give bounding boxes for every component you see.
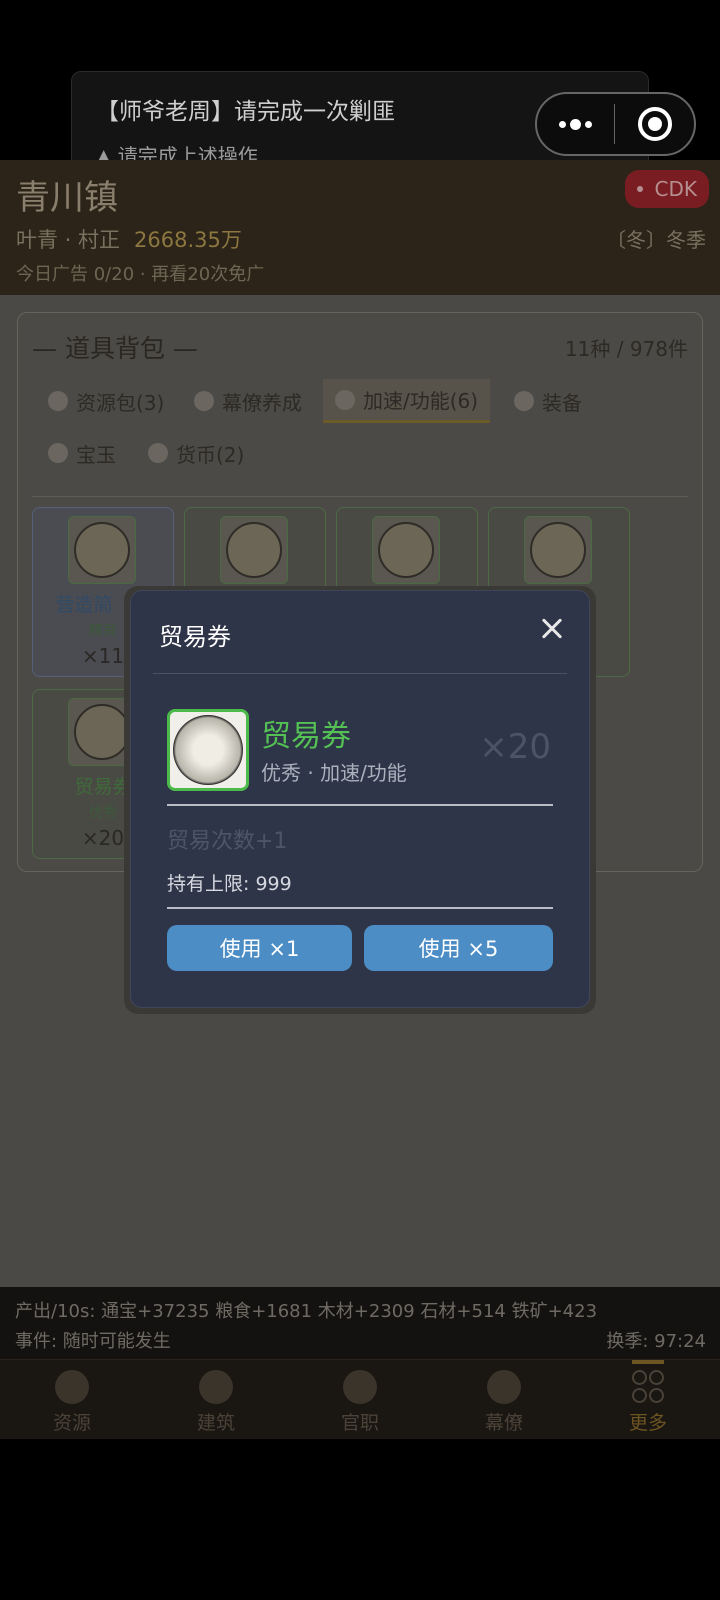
- office-icon: [343, 1370, 377, 1404]
- cdk-button[interactable]: CDK: [625, 170, 709, 208]
- modal-title: 贸易券: [159, 623, 231, 651]
- close-target-icon[interactable]: [615, 107, 694, 141]
- event-text: 事件: 随时可能发生: [15, 1331, 171, 1352]
- advisor-icon: [487, 1370, 521, 1404]
- modal-divider: [167, 907, 553, 909]
- nav-office[interactable]: 官职: [288, 1360, 432, 1440]
- bag-title: — 道具背包 —: [32, 334, 198, 363]
- token-medal-icon: [372, 516, 440, 584]
- more-dots-icon[interactable]: [537, 118, 614, 130]
- pouch-icon: [48, 391, 68, 411]
- bamboo-scroll-icon: [68, 516, 136, 584]
- tab-currency[interactable]: 货币(2): [148, 431, 244, 475]
- item-quantity: ×20: [479, 727, 551, 767]
- tab-speedup-function[interactable]: 加速/功能(6): [323, 379, 491, 423]
- more-icon: [632, 1370, 664, 1404]
- game-header: 青川镇 CDK 叶青 · 村正 2668.35万 〔冬〕冬季 今日广告 0/20 …: [0, 160, 720, 295]
- coin-icon: [148, 443, 168, 463]
- ad-counter: 今日广告 0/20 · 再看20次免广: [16, 264, 265, 285]
- money-value: 2668.35万: [134, 228, 242, 252]
- town-name: 青川镇: [16, 178, 118, 218]
- nav-more[interactable]: 更多: [576, 1360, 720, 1440]
- bamboo-scroll-icon: [220, 516, 288, 584]
- item-detail-modal: 贸易券 贸易券 优秀 · 加速/功能 ×20 贸易次数+1 持有上限: 999 …: [130, 590, 590, 1008]
- nav-building[interactable]: 建筑: [144, 1360, 288, 1440]
- use-five-button[interactable]: 使用 ×5: [364, 925, 553, 971]
- output-text: 产出/10s: 通宝+37235 粮食+1681 木材+2309 石材+514 …: [15, 1301, 598, 1322]
- resource-icon: [55, 1370, 89, 1404]
- jade-icon: [48, 443, 68, 463]
- tab-advisor-training[interactable]: 幕僚养成: [194, 379, 302, 423]
- bag-count: 11种 / 978件: [564, 337, 688, 361]
- tab-divider: [32, 496, 688, 497]
- trade-voucher-icon: [167, 709, 249, 791]
- bottom-safe-area: [0, 1439, 720, 1600]
- item-name: 贸易券: [261, 719, 351, 754]
- scroll-icon: [194, 391, 214, 411]
- player-name: 叶青 · 村正: [16, 228, 121, 252]
- token-icon: [335, 389, 355, 410]
- production-status: 产出/10s: 通宝+37235 粮食+1681 木材+2309 石材+514 …: [0, 1287, 720, 1359]
- use-one-button[interactable]: 使用 ×1: [167, 925, 352, 971]
- season-timer: 换季: 97:24: [606, 1331, 706, 1352]
- building-icon: [199, 1370, 233, 1404]
- item-subtitle: 优秀 · 加速/功能: [261, 761, 407, 785]
- package-icon: [524, 516, 592, 584]
- item-effect: 贸易次数+1: [167, 829, 288, 854]
- close-icon[interactable]: [535, 611, 569, 645]
- bottom-nav: 资源 建筑 官职 幕僚 更多: [0, 1359, 720, 1439]
- miniprogram-capsule: [535, 92, 696, 156]
- tab-resource-pack[interactable]: 资源包(3): [48, 379, 164, 423]
- tab-jade[interactable]: 宝玉: [48, 431, 116, 475]
- nav-resource[interactable]: 资源: [0, 1360, 144, 1440]
- modal-divider: [153, 673, 567, 674]
- nav-advisor[interactable]: 幕僚: [432, 1360, 576, 1440]
- item-hold-limit: 持有上限: 999: [167, 873, 292, 895]
- player-info: 叶青 · 村正 2668.35万: [16, 224, 242, 254]
- tab-equipment[interactable]: 装备: [514, 379, 582, 423]
- season-label: 〔冬〕冬季: [606, 228, 706, 252]
- modal-divider: [167, 804, 553, 806]
- armor-icon: [514, 391, 534, 411]
